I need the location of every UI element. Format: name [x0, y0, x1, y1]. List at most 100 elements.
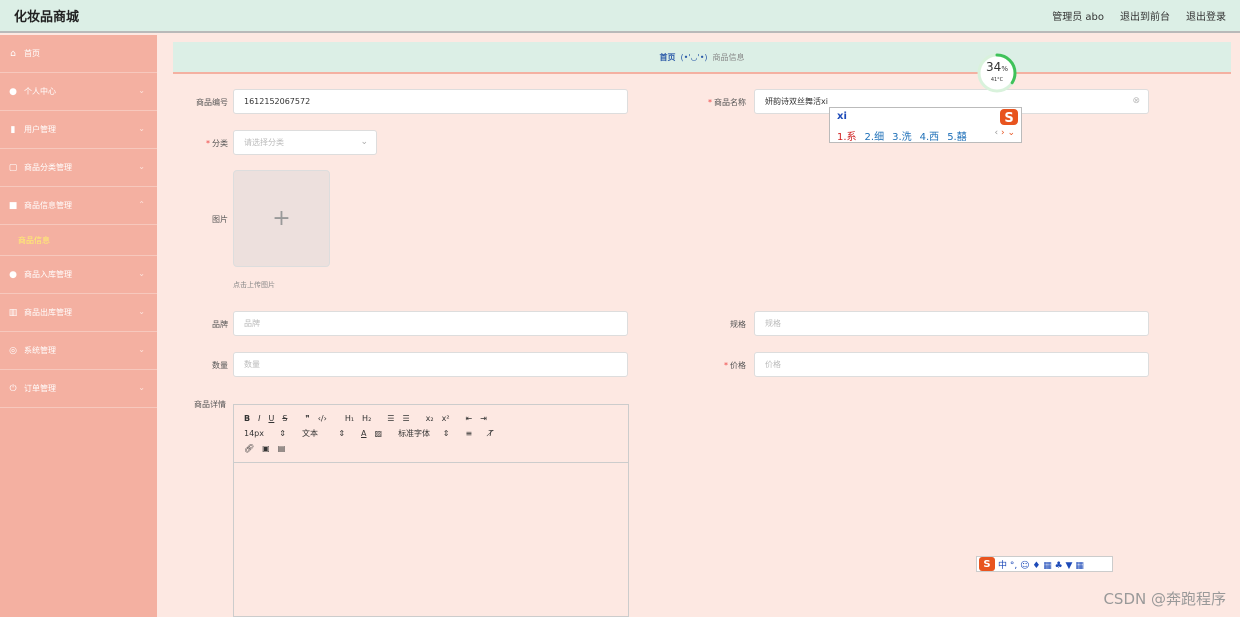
sogou-logo-icon[interactable]: S: [979, 557, 995, 571]
ime-candidate[interactable]: 2.细: [865, 128, 885, 143]
sidebar-item-label: 商品出库管理: [24, 308, 72, 317]
sidebar-item-outbound[interactable]: ▥ 商品出库管理 ⌄: [0, 294, 157, 332]
progress-temp: 41°C: [990, 77, 1004, 83]
indent-button[interactable]: ⇥: [480, 414, 487, 423]
ime-status-icons[interactable]: 中 °, ☺ ♦ ▦ ♣ ▼ ▦: [998, 558, 1084, 571]
code-button[interactable]: ‹/›: [318, 414, 327, 423]
logout-link[interactable]: 退出登录: [1186, 8, 1226, 23]
sidebar-item-users[interactable]: ▮ 用户管理 ⌄: [0, 111, 157, 149]
strike-button[interactable]: S: [282, 414, 287, 423]
chevron-down-icon: ⌄: [138, 86, 145, 95]
rich-text-editor: B I U S ❞ ‹/› H₁ H₂ ☰ ☰ x₂ x² ⇤ ⇥ 14px ⇕…: [233, 404, 629, 617]
sidebar-item-label: 首页: [24, 49, 40, 58]
sidebar-item-category[interactable]: ▢ 商品分类管理 ⌄: [0, 149, 157, 187]
sogou-logo-icon: S: [1000, 109, 1018, 126]
link-icon[interactable]: 🔗︎: [244, 444, 254, 453]
sidebar-item-label: 商品信息管理: [24, 201, 72, 210]
breadcrumb-separator: (•'◡'•): [680, 52, 708, 62]
sidebar-item-label: 个人中心: [24, 87, 56, 96]
chevron-down-icon: ⌄: [138, 162, 145, 171]
brand-title: 化妆品商城: [14, 10, 80, 25]
back-to-front-link[interactable]: 退出到前台: [1120, 8, 1170, 23]
sidebar-item-orders[interactable]: ⏻ 订单管理 ⌄: [0, 370, 157, 408]
price-input[interactable]: 价格: [754, 352, 1149, 377]
editor-body[interactable]: [234, 463, 628, 613]
video-icon[interactable]: ▤: [278, 444, 286, 453]
top-links: 管理员 abo 退出到前台 退出登录: [1052, 8, 1226, 23]
category-select[interactable]: 请选择分类 ⌄: [233, 130, 377, 155]
ime-candidates: 1.系 2.细 3.洗 4.西 5.囍: [837, 128, 967, 143]
sidebar-item-goods[interactable]: ■ 商品信息管理 ⌃: [0, 187, 157, 225]
superscript-button[interactable]: x²: [442, 414, 450, 423]
sidebar-item-label: 订单管理: [24, 384, 56, 393]
plus-icon: +: [272, 206, 291, 231]
font-color-button[interactable]: A: [361, 429, 366, 438]
category-placeholder: 请选择分类: [244, 138, 284, 147]
name-label: * 商品名称: [708, 98, 746, 107]
text-style-select[interactable]: 文本 ⇕: [302, 428, 345, 439]
brand-input[interactable]: 品牌: [233, 311, 628, 336]
editor-toolbar: B I U S ❞ ‹/› H₁ H₂ ☰ ☰ x₂ x² ⇤ ⇥ 14px ⇕…: [234, 405, 628, 463]
underline-button[interactable]: U: [268, 414, 274, 423]
sidebar-item-label: 系统管理: [24, 346, 56, 355]
name-input-value: 妍韵诗双丝舞活xi: [765, 97, 828, 106]
sidebar-item-inbound[interactable]: ● 商品入库管理 ⌄: [0, 256, 157, 294]
clear-icon[interactable]: ⊗: [1132, 96, 1140, 106]
bold-button[interactable]: B: [244, 414, 250, 423]
main-content: 首页 (•'◡'•) 商品信息 商品编号 1612152067572 * 商品名称…: [173, 42, 1231, 617]
h2-button[interactable]: H₂: [362, 414, 371, 423]
h1-button[interactable]: H₁: [345, 414, 354, 423]
ime-candidate[interactable]: 4.西: [920, 128, 940, 143]
sidebar-item-system[interactable]: ◎ 系统管理 ⌄: [0, 332, 157, 370]
qty-input[interactable]: 数量: [233, 352, 628, 377]
chart-icon: ▥: [8, 307, 18, 318]
ime-candidate[interactable]: 3.洗: [892, 128, 912, 143]
breadcrumb-current: 商品信息: [712, 52, 745, 62]
image-upload[interactable]: +: [233, 170, 330, 267]
ime-input-text: xi: [837, 111, 847, 122]
users-icon: ▮: [10, 124, 16, 135]
chevron-down-icon: ⌄: [138, 345, 145, 354]
clear-format-button[interactable]: T̸: [488, 429, 493, 438]
user-icon: ●: [9, 86, 17, 97]
code-input[interactable]: 1612152067572: [233, 89, 628, 114]
ordered-list-button[interactable]: ☰: [387, 414, 394, 423]
watermark: CSDN @奔跑程序: [1103, 590, 1226, 608]
outdent-button[interactable]: ⇤: [466, 414, 473, 423]
memory-progress-ring: 34% 41°C: [976, 52, 1018, 94]
goods-icon: ■: [8, 200, 18, 211]
progress-percent: 34%: [986, 60, 1008, 74]
power-icon: ⏻: [9, 383, 17, 394]
ime-page-nav[interactable]: ‹ › ⌄: [995, 128, 1016, 138]
qty-label: 数量: [212, 361, 228, 370]
chevron-down-icon: ⌄: [138, 307, 145, 316]
sidebar: ⌂ 首页 ● 个人中心 ⌄ ▮ 用户管理 ⌄ ▢ 商品分类管理 ⌄ ■ 商品信息…: [0, 35, 157, 617]
italic-button[interactable]: I: [258, 414, 260, 423]
sidebar-item-label: 商品入库管理: [24, 270, 72, 279]
ime-candidate[interactable]: 1.系: [837, 128, 857, 143]
sidebar-item-home[interactable]: ⌂ 首页: [0, 35, 157, 73]
bullet-list-button[interactable]: ☰: [402, 414, 409, 423]
sidebar-item-profile[interactable]: ● 个人中心 ⌄: [0, 73, 157, 111]
subscript-button[interactable]: x₂: [426, 414, 434, 423]
svg-text:S: S: [1004, 111, 1013, 126]
spec-input[interactable]: 规格: [754, 311, 1149, 336]
align-button[interactable]: ≡: [465, 429, 472, 438]
system-icon: ◎: [9, 345, 17, 356]
category-label: * 分类: [206, 139, 228, 148]
brand-label: 品牌: [212, 320, 228, 329]
font-size-select[interactable]: 14px ⇕: [244, 429, 286, 438]
sidebar-subitem-goods-info[interactable]: 商品信息: [0, 225, 157, 256]
image-icon[interactable]: ▣: [262, 444, 270, 453]
breadcrumb: 首页 (•'◡'•) 商品信息: [173, 42, 1231, 74]
chevron-down-icon: ⌄: [138, 124, 145, 133]
ime-candidate[interactable]: 5.囍: [947, 128, 967, 143]
quote-button[interactable]: ❞: [305, 414, 309, 423]
detail-label: 商品详情: [194, 400, 226, 409]
ime-status-bar: S 中 °, ☺ ♦ ▦ ♣ ▼ ▦: [976, 556, 1113, 572]
font-family-select[interactable]: 标准字体 ⇕: [398, 428, 449, 439]
breadcrumb-home[interactable]: 首页: [659, 52, 675, 63]
upload-tip: 点击上传图片: [233, 281, 275, 289]
ime-candidate-popup: xi S 1.系 2.细 3.洗 4.西 5.囍 ‹ › ⌄: [829, 107, 1022, 143]
background-color-button[interactable]: ▨: [375, 429, 383, 438]
